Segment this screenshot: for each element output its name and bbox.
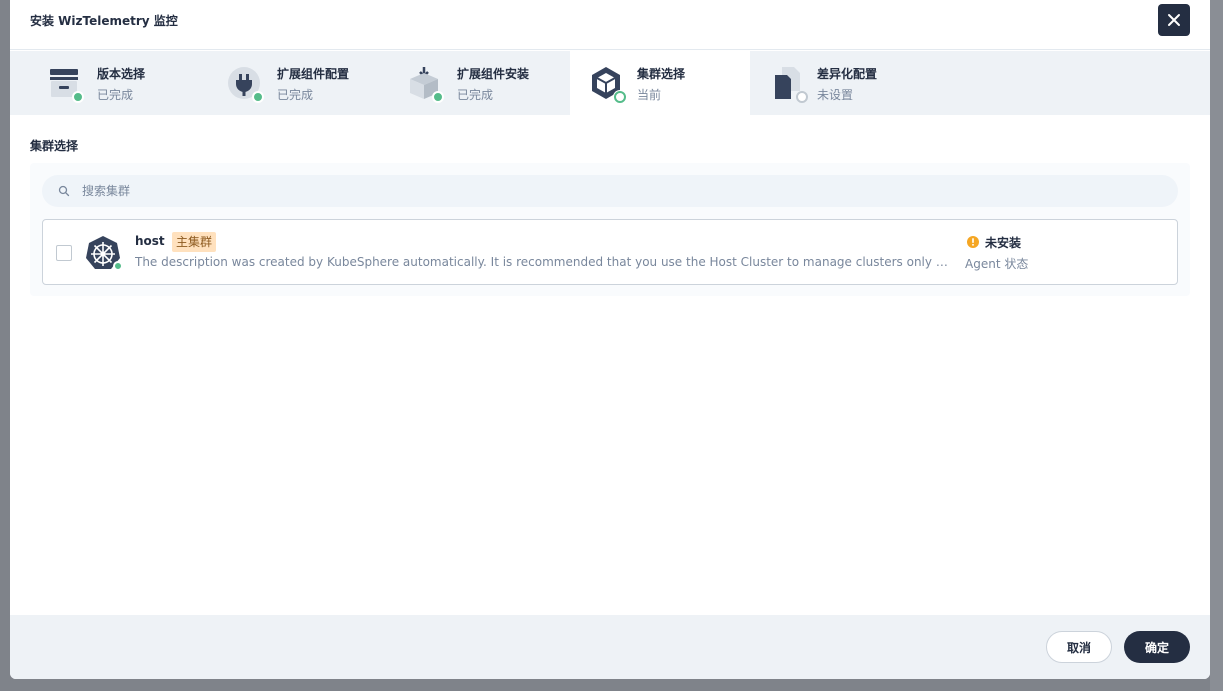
step-title: 集群选择 bbox=[637, 67, 686, 81]
modal-footer: 取消 确定 bbox=[10, 615, 1210, 679]
archive-box-icon bbox=[46, 65, 84, 103]
step-extension-config[interactable]: 扩展组件配置 已完成 bbox=[190, 51, 370, 115]
step-status-dot bbox=[252, 91, 264, 103]
search-input[interactable] bbox=[82, 175, 1162, 207]
cube-icon bbox=[588, 65, 626, 103]
steps-bar: 版本选择 已完成 扩展组件配置 已完成 扩展组件安装 已完成 集群选择 当前 差… bbox=[10, 51, 1210, 115]
step-status-dot bbox=[796, 91, 808, 103]
plug-icon bbox=[226, 65, 264, 103]
step-title: 差异化配置 bbox=[817, 67, 878, 81]
agent-status-label: Agent 状态 bbox=[965, 257, 1029, 271]
modal-title: 安装 WizTelemetry 监控 bbox=[30, 14, 178, 28]
confirm-button[interactable]: 确定 bbox=[1124, 631, 1190, 663]
section-title: 集群选择 bbox=[30, 139, 79, 153]
step-status-dot bbox=[614, 91, 626, 103]
step-cluster-select[interactable]: 集群选择 当前 bbox=[570, 51, 750, 115]
cancel-button[interactable]: 取消 bbox=[1046, 631, 1112, 663]
cluster-panel: host 主集群 The description was created by … bbox=[30, 163, 1190, 296]
step-diff-config[interactable]: 差异化配置 未设置 bbox=[750, 51, 930, 115]
step-status: 已完成 bbox=[457, 88, 494, 102]
document-icon bbox=[770, 65, 808, 103]
step-status: 已完成 bbox=[277, 88, 314, 102]
cluster-name: host bbox=[135, 234, 165, 248]
close-icon bbox=[1168, 14, 1180, 26]
step-status: 未设置 bbox=[817, 88, 854, 102]
package-download-icon bbox=[406, 65, 444, 103]
info-icon bbox=[967, 236, 979, 248]
step-title: 扩展组件配置 bbox=[277, 67, 350, 81]
step-title: 扩展组件安装 bbox=[457, 67, 530, 81]
step-version-select[interactable]: 版本选择 已完成 bbox=[10, 51, 190, 115]
step-status-dot bbox=[72, 91, 84, 103]
close-button[interactable] bbox=[1158, 4, 1190, 36]
cluster-online-dot bbox=[113, 261, 123, 271]
agent-status-value: 未安装 bbox=[985, 236, 1022, 250]
step-status-dot bbox=[432, 91, 444, 103]
step-status: 已完成 bbox=[97, 88, 134, 102]
cluster-item[interactable]: host 主集群 The description was created by … bbox=[42, 219, 1178, 285]
step-status: 当前 bbox=[637, 88, 662, 102]
install-modal: 安装 WizTelemetry 监控 版本选择 已完成 扩展组件配置 已完成 扩… bbox=[10, 0, 1210, 679]
modal-header: 安装 WizTelemetry 监控 bbox=[10, 0, 1210, 50]
host-cluster-badge: 主集群 bbox=[172, 232, 217, 252]
step-title: 版本选择 bbox=[97, 67, 146, 81]
background-right-strip bbox=[1210, 0, 1223, 691]
step-extension-install[interactable]: 扩展组件安装 已完成 bbox=[370, 51, 550, 115]
cluster-description: The description was created by KubeSpher… bbox=[135, 255, 953, 269]
cluster-checkbox[interactable] bbox=[56, 245, 72, 261]
search-bar[interactable] bbox=[42, 175, 1178, 207]
search-icon bbox=[58, 185, 70, 197]
